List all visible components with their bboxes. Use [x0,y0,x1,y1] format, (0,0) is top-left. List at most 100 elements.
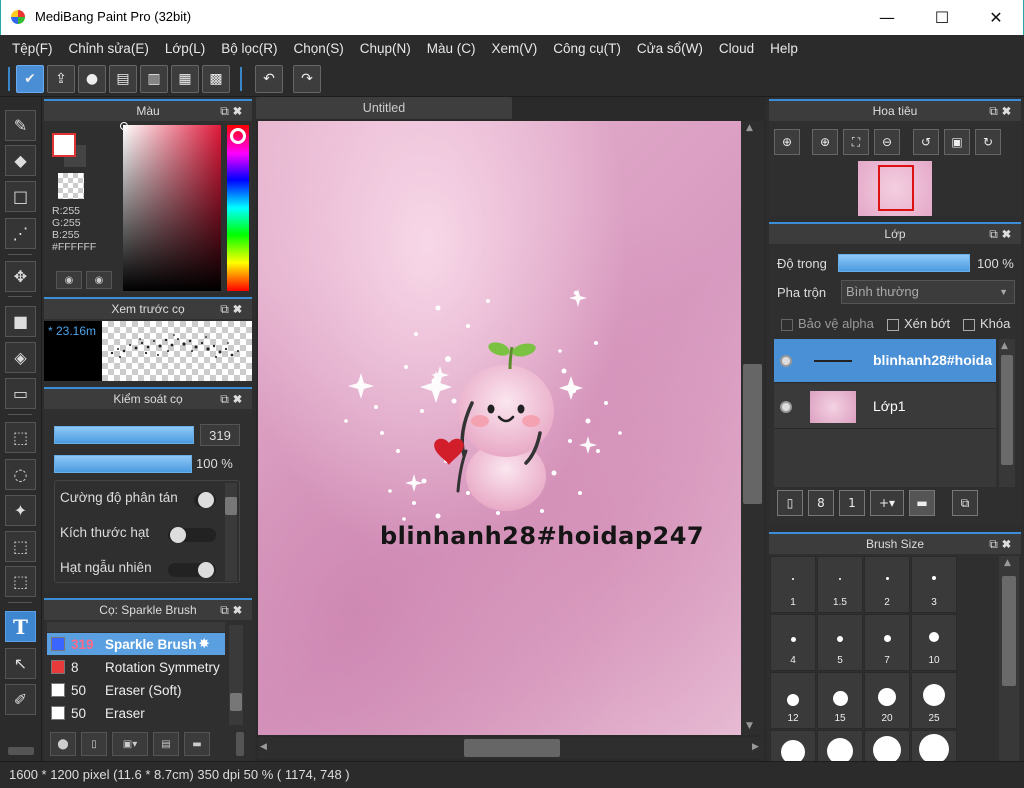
hue-slider[interactable] [227,125,249,291]
scroll-up-icon[interactable]: ▲ [1001,341,1008,351]
menu-window[interactable]: Cửa sổ(W) [629,41,711,56]
dot-tool-icon[interactable]: ⋰ [5,218,36,249]
toolstrip-handle[interactable] [8,747,34,755]
panel-buttons[interactable]: ⧉✖ [220,389,246,409]
brush-size-cell[interactable]: 7 [864,614,910,671]
brush-size-cell[interactable]: 5 [817,614,863,671]
magic-wand-icon[interactable]: ✦ [5,495,36,526]
brush-tool-icon[interactable]: ✎ [5,110,36,141]
undo-icon[interactable]: ↶ [255,65,283,93]
scroll-thumb[interactable] [1001,355,1013,465]
rotate-left-icon[interactable]: ↺ [913,129,939,155]
brush-size-cell[interactable]: 1 [770,556,816,613]
brush-size-cell[interactable]: 30 [770,730,816,763]
scroll-up-icon[interactable]: ▲ [746,123,753,133]
brush-settings-icon[interactable]: ▤ [153,732,179,756]
lasso-tool-icon[interactable]: ◌ [5,459,36,490]
palette-icon[interactable]: ◉ [56,271,82,289]
panel-edit-icon[interactable]: ▩ [202,65,230,93]
zoom-actual-icon[interactable]: ⊕ [774,129,800,155]
canvas-vertical-scrollbar[interactable]: ▲ ▼ [741,121,764,735]
select-tool-icon[interactable]: ⬚ [5,422,36,453]
brush-size-cell[interactable]: 70 [911,730,957,763]
menu-snap[interactable]: Chụp(N) [352,41,419,56]
panel-buttons[interactable]: ⧉✖ [989,534,1015,554]
rotate-right-icon[interactable]: ↻ [975,129,1001,155]
gradient-tool-icon[interactable]: ▭ [5,378,36,409]
transparent-color-swatch[interactable] [58,173,84,199]
clipping-checkbox[interactable]: Xén bớt [887,316,950,331]
eye-icon[interactable] [780,401,792,413]
panel-buttons[interactable]: ⧉✖ [220,299,246,319]
particle-size-slider[interactable] [168,527,216,543]
chat-icon[interactable]: ▤ [109,65,137,93]
menu-filter[interactable]: Bộ lọc(R) [213,41,285,56]
eye-icon[interactable] [780,355,792,367]
rectangle-tool-icon[interactable]: □ [5,181,36,212]
scroll-right-icon[interactable]: ▶ [752,742,759,752]
layer-item-selected[interactable]: blinhanh28#hoidap247 [774,339,996,383]
select-eraser-icon[interactable]: ⬚ [5,566,36,597]
cloud-save-icon[interactable]: ✔ [16,65,44,93]
protect-alpha-checkbox[interactable]: Bảo vệ alpha [781,316,874,331]
layer-opacity-slider[interactable] [838,254,970,272]
zoom-in-icon[interactable]: ⊕ [812,129,838,155]
brush-size-cell[interactable]: 20 [864,672,910,729]
zoom-out-icon[interactable]: ⊖ [874,129,900,155]
palette-add-icon[interactable]: ◉ [86,271,112,289]
brush-size-cell[interactable]: 12 [770,672,816,729]
brush-size-cell[interactable]: 15 [817,672,863,729]
fit-window-icon[interactable]: ⛶ [843,129,869,155]
panel-buttons[interactable]: ⧉✖ [220,600,246,620]
move-tool-icon[interactable]: ✥ [5,261,36,292]
scroll-thumb[interactable] [743,364,762,504]
folder-icon[interactable]: ▬ [909,490,935,516]
brush-size-cell[interactable]: 10 [911,614,957,671]
lock-checkbox[interactable]: Khóa [963,316,1010,331]
scroll-down-icon[interactable]: ▼ [746,721,753,731]
redo-icon[interactable]: ↷ [293,65,321,93]
scroll-thumb[interactable] [1002,576,1016,686]
brush-new-icon[interactable]: ▯ [81,732,107,756]
foreground-color-swatch[interactable] [52,133,76,157]
add-layer-menu-icon[interactable]: +▾ [870,490,904,516]
flip-icon[interactable]: ▣ [944,129,970,155]
operation-tool-icon[interactable]: ↖ [5,648,36,679]
duplicate-layer-icon[interactable]: ⧉ [952,490,978,516]
brush-copy-icon[interactable]: ▣▾ [112,732,148,756]
menu-help[interactable]: Help [762,41,806,56]
menu-file[interactable]: Tệp(F) [4,41,61,56]
brush-opacity-slider[interactable] [54,455,192,473]
brush-size-slider[interactable] [54,426,194,444]
menu-color[interactable]: Màu (C) [419,41,484,56]
maximize-button[interactable]: ☐ [919,0,965,34]
eraser-tool-icon[interactable]: ◆ [5,145,36,176]
close-button[interactable]: ✕ [973,0,1019,34]
panel-buttons[interactable]: ⧉✖ [220,101,246,121]
scroll-left-icon[interactable]: ◀ [260,742,267,752]
brush-item-selected[interactable]: 319 Sparkle Brush ✸ [47,633,225,655]
navigator-thumbnail[interactable] [858,161,932,216]
brush-item[interactable]: 50 Eraser (Soft) [47,679,225,701]
text-tool-icon[interactable]: T [5,611,36,642]
blend-mode-select[interactable]: Bình thường ▼ [841,280,1015,304]
layer-item[interactable]: Lớp1 [774,385,996,429]
scatter-toggle[interactable] [194,492,216,508]
menu-select[interactable]: Chọn(S) [285,41,351,56]
drawing-canvas[interactable]: blinhanh28#hoidap247 [258,121,741,735]
upload-icon[interactable]: ⇪ [47,65,75,93]
brush-size-value[interactable]: 319 [200,424,240,446]
panel-buttons[interactable]: ⧉✖ [989,101,1015,121]
scroll-thumb[interactable] [230,693,242,711]
new-layer-icon[interactable]: ▯ [777,490,803,516]
brush-size-cell[interactable]: 2 [864,556,910,613]
brush-add-icon[interactable]: ⬤ [50,732,76,756]
comment-icon[interactable]: ● [78,65,106,93]
settings-gear-icon[interactable]: ✸ [199,636,210,652]
saturation-value-picker[interactable] [120,122,221,291]
brush-size-cell[interactable]: 50 [864,730,910,763]
tab-untitled[interactable]: Untitled [256,97,512,119]
fill-rectangle-icon[interactable]: ■ [5,306,36,337]
brush-list-scrollbar[interactable] [229,625,243,725]
menu-view[interactable]: Xem(V) [484,41,546,56]
